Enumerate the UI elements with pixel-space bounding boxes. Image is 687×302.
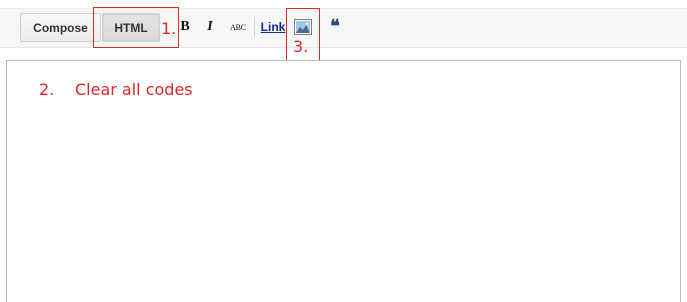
compose-mode-button[interactable]: Compose: [20, 13, 101, 42]
bold-button[interactable]: B: [178, 18, 192, 36]
blockquote-button[interactable]: ❝: [327, 15, 343, 37]
top-strip: [0, 0, 687, 9]
annotation-step-3: 3.: [293, 37, 309, 56]
html-mode-button[interactable]: HTML: [102, 13, 160, 42]
toolbar-divider: [0, 47, 687, 48]
quote-icon: ❝: [330, 15, 340, 37]
image-icon: [294, 19, 312, 35]
italic-button[interactable]: I: [203, 18, 217, 36]
annotation-step-2-number: 2.: [39, 80, 55, 99]
strikethrough-button[interactable]: ABC: [227, 18, 249, 36]
post-editor-page: Compose HTML B I ABC Link ❝ 1. 3. 2. Cle…: [0, 0, 687, 302]
annotation-step-1: 1.: [161, 19, 177, 38]
link-button[interactable]: Link: [260, 18, 286, 36]
annotation-step-2-text: Clear all codes: [75, 80, 193, 99]
toolbar-separator: [254, 17, 255, 37]
insert-image-button[interactable]: [294, 19, 312, 35]
